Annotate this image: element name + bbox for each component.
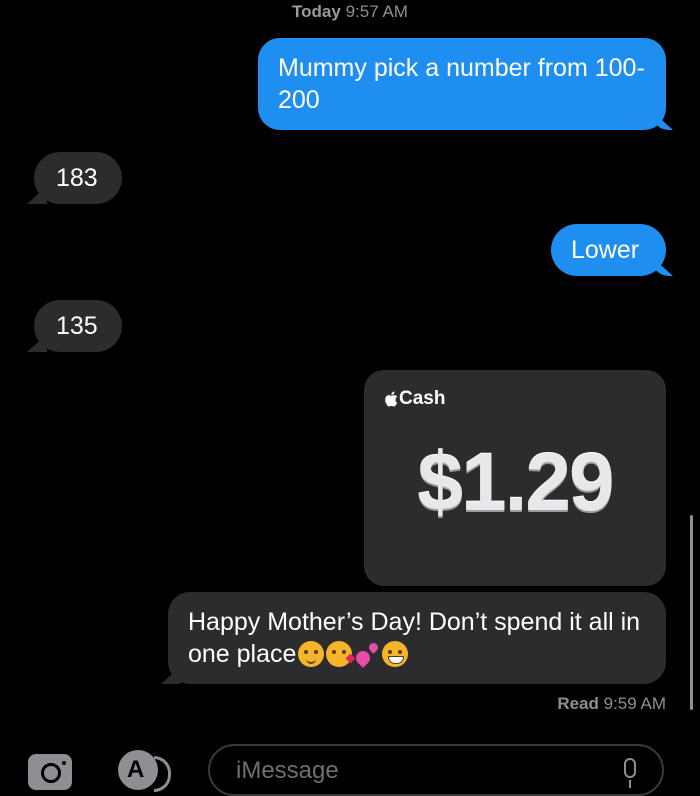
microphone-icon[interactable]	[624, 758, 636, 788]
read-receipt: Read 9:59 AM	[557, 694, 666, 714]
message-text: Lower	[571, 236, 640, 264]
read-receipt-time: 9:59 AM	[603, 694, 666, 713]
app-store-glyph: A	[127, 756, 145, 783]
timestamp-time: 9:57 AM	[345, 2, 408, 21]
face-blowing-kiss-icon	[326, 641, 353, 667]
apple-cash-brand: Cash	[384, 388, 445, 410]
timestamp-day: Today	[292, 2, 341, 21]
app-store-button[interactable]: A	[118, 750, 178, 792]
apple-logo-icon	[385, 391, 398, 407]
two-hearts-icon	[354, 641, 380, 667]
emoji-group	[296, 640, 409, 668]
apple-cash-payment-card[interactable]: Cash $1.29	[364, 370, 666, 586]
camera-button[interactable]	[28, 754, 72, 790]
imessage-input-field[interactable]	[208, 744, 664, 796]
scroll-indicator[interactable]	[690, 515, 693, 710]
apple-cash-label: Cash	[399, 388, 446, 409]
message-text: 183	[56, 164, 98, 192]
message-bubble-sent[interactable]: Mummy pick a number from 100-200	[258, 38, 666, 130]
imessage-input[interactable]	[234, 756, 598, 786]
payment-amount: $1.29	[417, 437, 614, 528]
camera-flash-dot	[62, 761, 66, 765]
message-input-bar: A	[0, 740, 700, 796]
smiling-face-with-hearts-icon	[298, 641, 325, 667]
message-text: Mummy pick a number from 100-200	[278, 54, 645, 114]
read-receipt-label: Read	[557, 694, 599, 713]
message-bubble-received[interactable]: Happy Mother’s Day! Don’t spend it all i…	[168, 592, 666, 684]
message-text: 135	[56, 312, 98, 340]
message-text: Happy Mother’s Day! Don’t spend it all i…	[188, 608, 641, 668]
grinning-face-icon	[382, 641, 409, 667]
camera-icon	[41, 763, 61, 783]
message-bubble-sent[interactable]: Lower	[551, 224, 666, 276]
conversation-timestamp: Today 9:57 AM	[0, 2, 700, 22]
app-drawer-arc	[154, 756, 171, 792]
message-bubble-received[interactable]: 135	[34, 300, 122, 352]
message-bubble-received[interactable]: 183	[34, 152, 122, 204]
